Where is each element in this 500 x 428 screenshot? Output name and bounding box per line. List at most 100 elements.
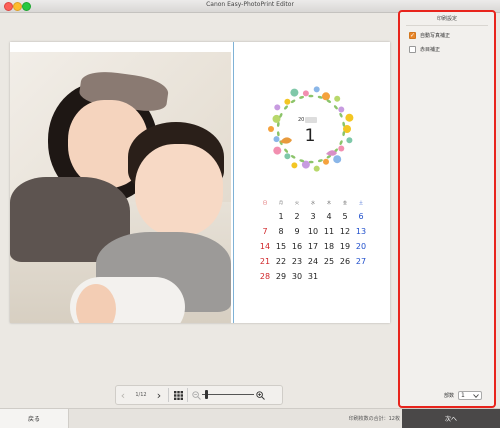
calendar-day: 9	[294, 227, 300, 236]
wreath-flower	[334, 95, 341, 102]
calendar-grid: 日月火水木金土 1 2 3 4 5 6 7 8 9 10 11 12 13 14 15 16 17 18 19 20 2…	[257, 197, 369, 284]
checkbox-checked-icon[interactable]: ✓	[409, 32, 416, 39]
wreath-flower	[313, 165, 320, 172]
wreath-flower	[333, 155, 342, 164]
wreath-flower	[273, 136, 280, 143]
calendar-day: 5	[342, 212, 348, 221]
calendar-day: 16	[291, 242, 303, 251]
calendar-week-row: 1 2 3 4 5 6	[257, 209, 369, 224]
wreath-flower	[302, 90, 309, 97]
wreath-flower	[284, 98, 291, 105]
calendar-day: 18	[323, 242, 335, 251]
wreath-leaf	[339, 140, 343, 145]
calendar-day	[337, 269, 353, 284]
wreath-flower	[291, 162, 298, 169]
wreath-bird	[280, 137, 292, 144]
photo-frame[interactable]	[10, 52, 231, 323]
calendar-day: 14	[259, 242, 271, 251]
bottom-bar: 戻る 印刷枚数の合計：12枚 次へ	[0, 408, 500, 428]
wreath-flower	[268, 126, 274, 132]
wreath-flower	[322, 92, 330, 101]
red-eye-correction-option[interactable]: 赤目補正	[409, 46, 440, 53]
weekday-header: 水	[311, 200, 315, 205]
wreath-leaf	[276, 131, 280, 137]
weekday-header: 月	[279, 200, 283, 205]
calendar-day: 11	[323, 227, 335, 236]
zoom-slider-thumb[interactable]	[204, 390, 208, 399]
zoom-in-icon[interactable]	[254, 386, 266, 404]
page-fold-line	[233, 42, 234, 323]
calendar-day: 10	[307, 227, 319, 236]
calendar-day: 28	[259, 272, 271, 281]
calendar-week-row: 21 22 23 24 25 26 27	[257, 254, 369, 269]
wreath-flower	[273, 146, 282, 155]
wreath-leaf	[284, 105, 288, 110]
calendar-day: 4	[326, 212, 332, 221]
calendar-week-row: 7 8 9 10 11 12 13	[257, 224, 369, 239]
toolbar-divider	[168, 388, 169, 402]
copies-select[interactable]: 1	[458, 391, 483, 400]
calendar-day: 27	[355, 257, 367, 266]
toolbar-divider	[187, 388, 188, 402]
wreath-flower	[272, 114, 281, 123]
wreath-flower	[323, 158, 329, 165]
wreath-flower	[284, 153, 291, 160]
auto-photo-fix-option[interactable]: ✓ 自動写真補正	[409, 32, 450, 39]
wreath-leaf	[333, 105, 338, 110]
calendar-day	[257, 209, 273, 224]
window-title: Canon Easy-PhotoPrint Editor	[206, 1, 294, 8]
calendar-day: 17	[307, 242, 319, 251]
wreath-leaf	[284, 148, 289, 153]
calendar-day: 8	[278, 227, 284, 236]
page-navigation-toolbar: ‹ 1/12 ›	[115, 385, 283, 405]
weekday-header: 火	[295, 200, 299, 205]
calendar-day: 29	[275, 272, 287, 281]
calendar-day: 20	[355, 242, 367, 251]
weekday-header: 木	[327, 200, 331, 205]
checkbox-unchecked-icon[interactable]	[409, 46, 416, 53]
calendar-year-prefix: 20	[298, 116, 305, 123]
calendar-day: 13	[355, 227, 367, 236]
chevron-left-icon[interactable]: ‹	[116, 386, 130, 404]
copies-label: 部数	[444, 393, 455, 399]
calendar-day: 22	[275, 257, 287, 266]
chevron-right-icon[interactable]: ›	[152, 386, 166, 404]
weekday-header: 日	[263, 200, 267, 205]
wreath-flower	[338, 145, 345, 152]
calendar-day: 1	[278, 212, 284, 221]
calendar-day	[321, 269, 337, 284]
panel-divider	[406, 25, 488, 26]
calendar-week-row: 28 29 30 31	[257, 269, 369, 284]
wreath-flower	[313, 86, 320, 93]
calendar-day: 30	[291, 272, 303, 281]
grid-view-icon[interactable]	[171, 386, 185, 404]
page-indicator: 1/12	[135, 392, 147, 398]
calendar-day: 2	[294, 212, 300, 221]
zoom-slider[interactable]	[202, 386, 254, 404]
zoom-slider-track	[202, 394, 254, 395]
photo-subject	[135, 144, 223, 236]
calendar-year: 20	[298, 116, 324, 123]
weekday-header: 土	[359, 200, 363, 205]
red-eye-correction-label: 赤目補正	[420, 47, 441, 53]
wreath-flower	[274, 104, 281, 111]
wreath-leaf	[339, 112, 343, 118]
calendar-day: 7	[262, 227, 268, 236]
calendar-day: 6	[358, 212, 364, 221]
wreath-leaf	[317, 159, 323, 163]
copies-value: 1	[461, 392, 465, 399]
calendar-day	[353, 269, 369, 284]
chevron-down-icon	[473, 393, 479, 398]
print-settings-panel: 印刷設定 ✓ 自動写真補正 赤目補正 部数 1	[398, 10, 496, 408]
calendar-day: 24	[307, 257, 319, 266]
calendar-year-slot	[305, 116, 318, 123]
auto-photo-fix-label: 自動写真補正	[420, 33, 451, 39]
calendar-day: 23	[291, 257, 303, 266]
calendar-day: 31	[307, 272, 319, 281]
next-button[interactable]: 次へ	[402, 409, 500, 428]
calendar-day: 21	[259, 257, 271, 266]
zoom-out-icon[interactable]	[190, 386, 202, 404]
back-button[interactable]: 戻る	[0, 409, 69, 428]
wreath-flower	[290, 88, 299, 97]
calendar-day: 3	[310, 212, 316, 221]
